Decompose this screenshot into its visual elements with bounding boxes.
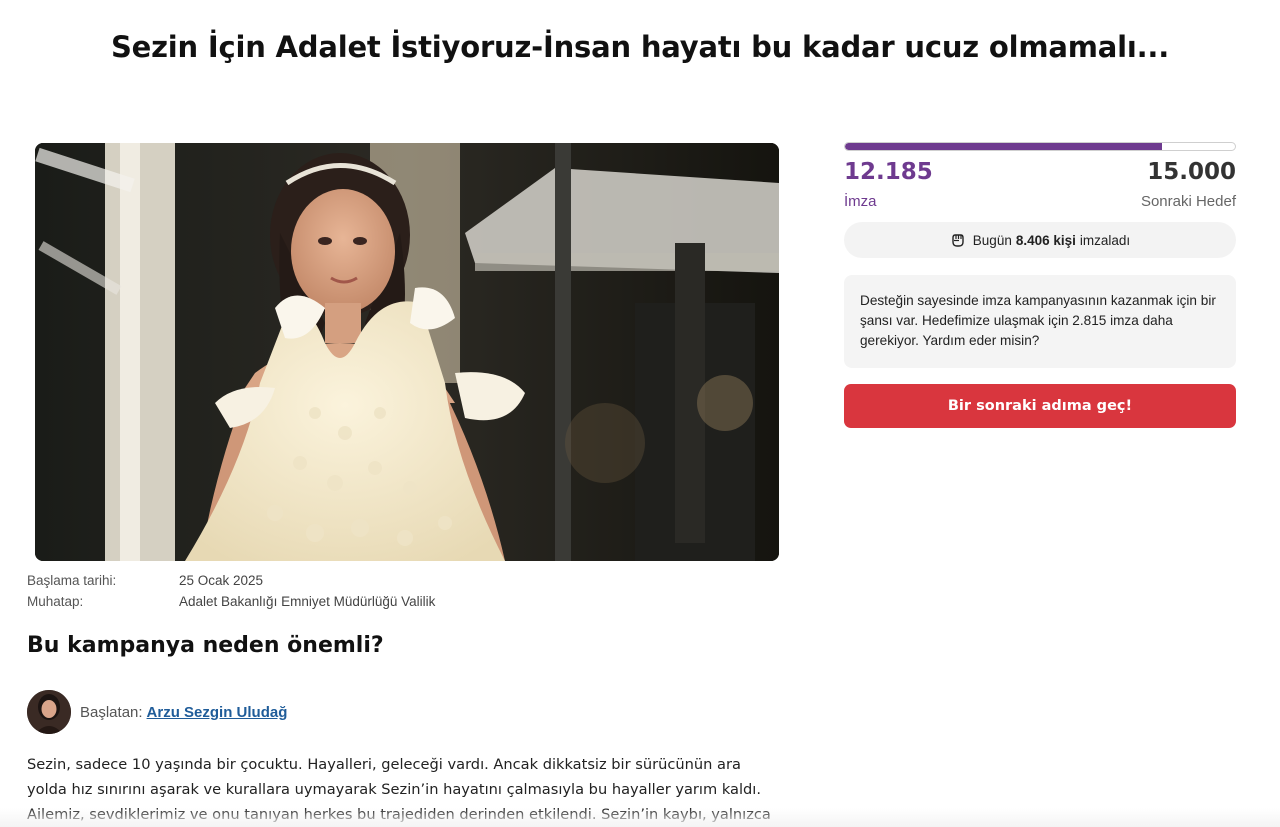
- page-bottom-fade: [0, 808, 1280, 827]
- signature-counts: 12.185 15.000: [844, 159, 1236, 185]
- today-prefix: Bugün: [972, 232, 1012, 248]
- signature-goal: 15.000: [1147, 159, 1236, 185]
- signature-progress-fill: [845, 143, 1162, 150]
- campaign-photo: [35, 143, 779, 561]
- starter-name-link[interactable]: Arzu Sezgin Uludağ: [147, 704, 288, 721]
- signature-goal-label: Sonraki Hedef: [1140, 193, 1236, 210]
- fist-icon: [952, 234, 964, 247]
- starter-info: Başlatan: Arzu Sezgin Uludağ: [27, 690, 287, 734]
- avatar[interactable]: [27, 690, 71, 734]
- target-row: Muhatap: Adalet Bakanlığı Emniyet Müdürl…: [27, 591, 435, 612]
- target-label: Muhatap:: [27, 594, 84, 609]
- description-line: yolda hız sınırını aşarak ve kurallara u…: [27, 781, 761, 798]
- start-date-label: Başlama tarihi:: [27, 573, 117, 588]
- section-heading: Bu kampanya neden önemli?: [27, 633, 384, 658]
- today-suffix: imzaladı: [1079, 232, 1131, 248]
- today-signed-pill: Bugün 8.406 kişi imzaladı: [844, 222, 1236, 258]
- avatar-image: [27, 690, 71, 734]
- start-date-row: Başlama tarihi: 25 Ocak 2025: [27, 570, 435, 591]
- start-date-value: 25 Ocak 2025: [179, 573, 264, 588]
- signature-count-label: İmza: [844, 193, 877, 210]
- starter-label: Başlatan:: [80, 703, 143, 721]
- signature-progress-bar: [844, 142, 1236, 151]
- description-line: Sezin, sadece 10 yaşında bir çocuktu. Ha…: [27, 756, 741, 773]
- signature-labels: İmza Sonraki Hedef: [844, 193, 1236, 210]
- target-value: Adalet Bakanlığı Emniyet Müdürlüğü Valil…: [179, 594, 436, 609]
- next-step-button[interactable]: Bir sonraki adıma geç!: [844, 384, 1236, 428]
- support-info-box: Desteğin sayesinde imza kampanyasının ka…: [844, 275, 1236, 368]
- campaign-meta: Başlama tarihi: 25 Ocak 2025 Muhatap: Ad…: [27, 570, 435, 612]
- campaign-photo-image: [35, 143, 779, 561]
- page-title: Sezin İçin Adalet İstiyoruz-İnsan hayatı…: [110, 30, 1170, 64]
- today-count: 8.406 kişi: [1015, 232, 1076, 248]
- petition-panel: 12.185 15.000 İmza Sonraki Hedef Bugün 8…: [844, 142, 1236, 428]
- signature-count: 12.185: [844, 159, 933, 185]
